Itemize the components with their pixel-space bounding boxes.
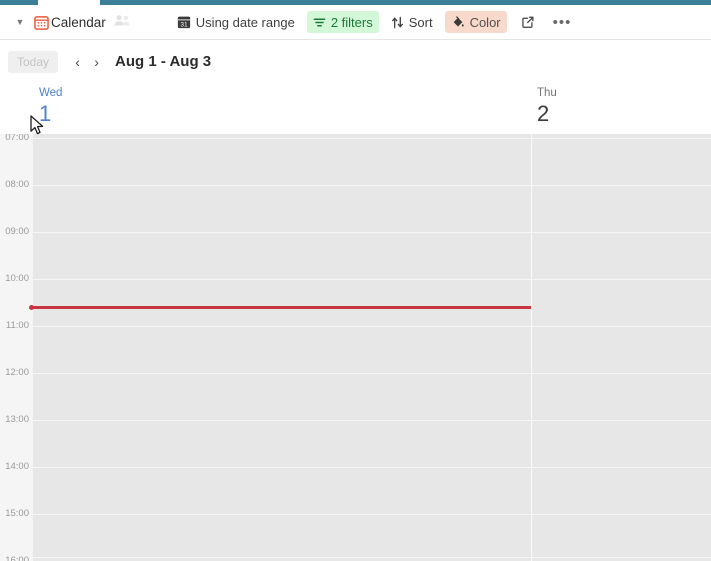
svg-text:31: 31 xyxy=(180,21,188,28)
hour-gridline xyxy=(33,420,711,421)
date-range-label: Using date range xyxy=(195,14,295,30)
time-label: 09:00 xyxy=(5,226,29,237)
time-label: 13:00 xyxy=(5,414,29,425)
hour-gridline xyxy=(33,467,711,468)
next-period-button[interactable]: › xyxy=(87,54,106,70)
view-name[interactable]: Calendar xyxy=(49,15,106,30)
day-of-week-label: Thu xyxy=(537,87,557,99)
collaborators-icon[interactable] xyxy=(114,13,131,32)
time-label: 11:00 xyxy=(5,320,29,331)
hour-gridline xyxy=(33,185,711,186)
more-options-button[interactable]: ••• xyxy=(547,11,578,33)
share-button[interactable] xyxy=(515,11,541,33)
sort-label: Sort xyxy=(408,14,433,30)
calendar-time-grid[interactable]: 07:00 08:00 09:00 10:00 11:00 12:00 13:0… xyxy=(0,134,711,561)
toolbar: ▼ Calendar 31 Using date range 2 filters… xyxy=(0,5,711,40)
today-button[interactable]: Today xyxy=(8,50,59,73)
hour-gridline xyxy=(33,326,711,327)
sort-arrows-icon xyxy=(391,16,404,29)
column-divider xyxy=(531,134,532,561)
day-column-thu[interactable] xyxy=(531,134,711,561)
sort-button[interactable]: Sort xyxy=(385,11,439,33)
hour-gridline xyxy=(33,514,711,515)
filters-label: 2 filters xyxy=(330,14,373,30)
filters-button[interactable]: 2 filters xyxy=(306,11,379,33)
day-header-thu[interactable]: Thu 2 xyxy=(531,82,711,134)
day-header-wed[interactable]: Wed 1 xyxy=(33,82,531,134)
day-header-row: Wed 1 Thu 2 xyxy=(0,82,711,134)
chevron-down-icon[interactable]: ▼ xyxy=(12,17,28,27)
calendar-31-icon: 31 xyxy=(177,15,191,29)
time-gutter: 07:00 08:00 09:00 10:00 11:00 12:00 13:0… xyxy=(0,134,33,561)
date-range-button[interactable]: 31 Using date range xyxy=(171,11,301,33)
time-label: 16:00 xyxy=(5,555,29,561)
hour-gridline xyxy=(33,232,711,233)
paint-bucket-icon xyxy=(451,15,465,29)
calendar-view-icon xyxy=(34,15,49,30)
time-label: 08:00 xyxy=(5,179,29,190)
day-number-label: 2 xyxy=(537,101,550,126)
date-range-title: Aug 1 - Aug 3 xyxy=(115,53,212,70)
current-time-indicator xyxy=(29,305,531,310)
time-label: 10:00 xyxy=(5,273,29,284)
previous-period-button[interactable]: ‹ xyxy=(68,54,87,70)
color-button[interactable]: Color xyxy=(444,11,507,33)
day-of-week-label: Wed xyxy=(39,87,63,99)
external-link-icon xyxy=(521,15,535,29)
day-number-label: 1 xyxy=(39,101,52,126)
time-label: 12:00 xyxy=(5,367,29,378)
day-column-wed[interactable] xyxy=(33,134,531,561)
date-navigation-bar: Today ‹ › Aug 1 - Aug 3 xyxy=(0,41,711,82)
time-label: 07:00 xyxy=(5,134,29,143)
color-label: Color xyxy=(469,14,501,30)
filter-icon xyxy=(313,16,326,29)
hour-gridline xyxy=(33,373,711,374)
hour-gridline xyxy=(33,557,711,558)
hour-gridline xyxy=(33,138,711,139)
hour-gridline xyxy=(33,279,711,280)
time-label: 14:00 xyxy=(5,461,29,472)
time-label: 15:00 xyxy=(5,508,29,519)
